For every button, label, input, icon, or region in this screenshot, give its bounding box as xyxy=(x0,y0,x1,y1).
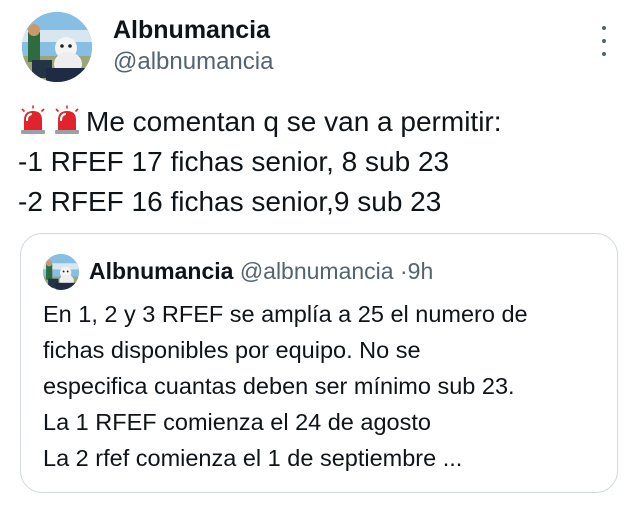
avatar-image xyxy=(22,12,92,82)
quoted-author-name[interactable]: Albnumancia xyxy=(89,258,233,284)
quoted-timestamp[interactable]: 9h xyxy=(408,258,434,284)
tweet: Albnumancia @albnumancia Me comentan q s… xyxy=(0,0,640,521)
quoted-tweet[interactable]: Albnumancia @albnumancia ·9h En 1, 2 y 3… xyxy=(20,233,618,493)
tweet-text-line: Me comentan q se van a permitir: xyxy=(18,102,628,142)
quoted-separator: · xyxy=(399,258,408,284)
avatar[interactable] xyxy=(22,12,92,82)
quoted-avatar-image xyxy=(43,254,79,290)
tweet-text-line-2: -1 RFEF 17 fichas senior, 8 sub 23 xyxy=(18,146,450,177)
quoted-text-line-4: La 1 RFEF comienza el 24 de agosto xyxy=(43,409,431,435)
quoted-text: En 1, 2 y 3 RFEF se amplía a 25 el numer… xyxy=(43,296,608,476)
more-options-icon[interactable] xyxy=(592,26,616,56)
police-car-light-icon xyxy=(18,105,48,135)
author-name[interactable]: Albnumancia xyxy=(113,15,270,45)
quoted-avatar[interactable] xyxy=(43,254,79,290)
tweet-text-line-3: -2 RFEF 16 fichas senior,9 sub 23 xyxy=(18,186,442,217)
tweet-text-line-1: Me comentan q se van a permitir: xyxy=(86,106,502,137)
tweet-text: Me comentan q se van a permitir: -1 RFEF… xyxy=(18,102,628,222)
quoted-text-line-1: En 1, 2 y 3 RFEF se amplía a 25 el numer… xyxy=(43,301,528,327)
quoted-text-line-5: La 2 rfef comienza el 1 de septiembre ..… xyxy=(43,445,463,471)
quoted-text-line-3: especifica cuantas deben ser mínimo sub … xyxy=(43,373,515,399)
quoted-text-line-2: fichas disponibles por equipo. No se xyxy=(43,337,421,363)
quoted-author-handle[interactable]: @albnumancia xyxy=(240,258,394,284)
author-handle[interactable]: @albnumancia xyxy=(113,47,273,77)
quoted-header: Albnumancia @albnumancia ·9h xyxy=(89,256,433,286)
police-car-light-icon xyxy=(52,105,82,135)
